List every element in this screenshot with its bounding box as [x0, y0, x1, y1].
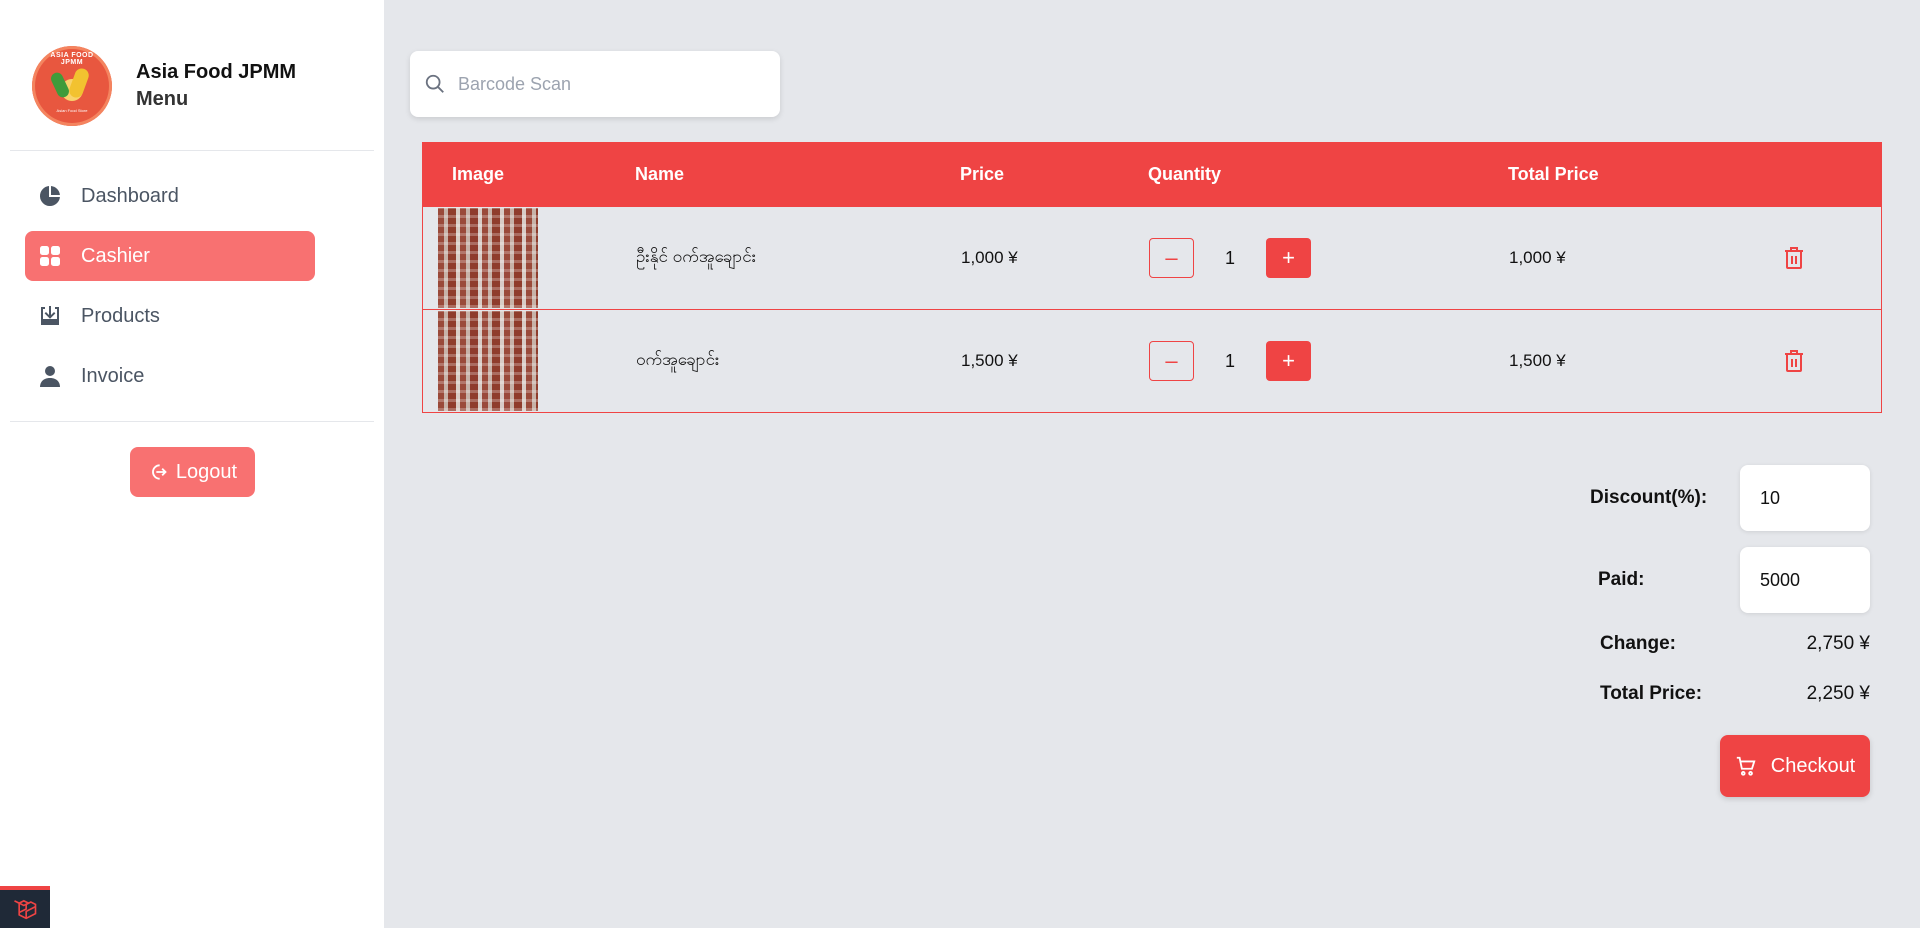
header-total-price: Total Price	[1508, 164, 1599, 184]
change-value: 2,750 ¥	[1806, 633, 1870, 654]
sidebar-item-label: Dashboard	[81, 184, 179, 207]
laravel-icon[interactable]	[0, 886, 50, 928]
discount-label: Discount(%):	[1590, 487, 1708, 508]
order-summary: Discount(%): 10 Paid: 5000 Change: 2,750…	[1590, 465, 1870, 705]
brand-logo: ASIA FOOD JPMM Asian Food Store	[32, 46, 112, 126]
pie-chart-icon	[37, 183, 63, 209]
sidebar-item-cashier[interactable]: Cashier	[25, 231, 315, 281]
search-icon	[425, 74, 444, 93]
product-image	[438, 311, 538, 411]
sidebar-item-products[interactable]: Products	[25, 291, 315, 341]
product-name: ဝက်အူချောင်း	[636, 349, 720, 369]
product-price: 1,000 ¥	[961, 248, 1018, 267]
table-row: ဝက်အူချောင်း 1,500 ¥ – 1 + 1,500 ¥	[422, 310, 1882, 413]
header-name: Name	[635, 164, 685, 184]
change-label: Change:	[1600, 633, 1676, 654]
checkout-button[interactable]: Checkout	[1720, 735, 1870, 797]
cart-icon	[1736, 756, 1756, 776]
row-total-price: 1,000 ¥	[1509, 248, 1566, 267]
paid-row: Paid: 5000	[1590, 547, 1870, 613]
decrease-quantity-button[interactable]: –	[1149, 238, 1194, 278]
brand-title: Asia Food JPMM	[136, 61, 297, 83]
sidebar-nav: Dashboard Cashier Products Invoice	[25, 171, 315, 411]
sidebar-item-label: Cashier	[81, 244, 150, 267]
logo-subtext: Asian Food Store	[56, 108, 88, 113]
sidebar-item-invoice[interactable]: Invoice	[25, 351, 315, 401]
total-price-label: Total Price:	[1600, 683, 1703, 704]
barcode-search[interactable]	[410, 51, 780, 117]
header-quantity: Quantity	[1148, 164, 1222, 184]
product-price: 1,500 ¥	[961, 351, 1018, 370]
sidebar: ASIA FOOD JPMM Asian Food Store Asia Foo…	[0, 0, 384, 928]
change-row: Change: 2,750 ¥	[1590, 633, 1870, 655]
brand-subtitle: Menu	[136, 88, 189, 110]
trash-icon[interactable]	[1783, 246, 1805, 270]
trash-icon[interactable]	[1783, 349, 1805, 373]
table-header: Image Name Price Quantity Total Price	[422, 142, 1882, 207]
product-image	[438, 208, 538, 308]
logout-button[interactable]: Logout	[130, 447, 255, 497]
quantity-value: 1	[1224, 247, 1235, 268]
total-row: Total Price: 2,250 ¥	[1590, 683, 1870, 705]
brand: ASIA FOOD JPMM Asian Food Store Asia Foo…	[32, 46, 296, 126]
decrease-quantity-button[interactable]: –	[1149, 341, 1194, 381]
row-total-price: 1,500 ¥	[1509, 351, 1566, 370]
checkout-label: Checkout	[1770, 754, 1856, 777]
logout-label: Logout	[175, 460, 238, 483]
quantity-value: 1	[1224, 350, 1235, 371]
header-price: Price	[960, 164, 1005, 184]
discount-input[interactable]: 10	[1740, 465, 1870, 531]
product-name: ဦးနိုင် ဝက်အူချောင်း	[636, 246, 757, 266]
total-price-value: 2,250 ¥	[1806, 683, 1870, 704]
sidebar-divider-top	[10, 150, 374, 151]
barcode-search-input[interactable]	[458, 73, 758, 95]
discount-row: Discount(%): 10	[1590, 465, 1870, 531]
sidebar-item-label: Products	[81, 304, 160, 327]
sidebar-item-dashboard[interactable]: Dashboard	[25, 171, 315, 221]
increase-quantity-button[interactable]: +	[1266, 341, 1311, 381]
paid-input[interactable]: 5000	[1740, 547, 1870, 613]
sidebar-item-label: Invoice	[81, 364, 145, 387]
sidebar-divider-bottom	[10, 421, 374, 422]
logout-icon	[152, 464, 167, 480]
logo-text: ASIA FOOD JPMM	[50, 52, 94, 66]
grid-icon	[37, 243, 63, 269]
user-icon	[37, 363, 63, 389]
table-row: ဦးနိုင် ဝက်အူချောင်း 1,000 ¥ – 1 + 1,000…	[422, 207, 1882, 310]
increase-quantity-button[interactable]: +	[1266, 238, 1311, 278]
download-box-icon	[37, 303, 63, 329]
cart-table: Image Name Price Quantity Total Price ဦး…	[422, 142, 1882, 413]
paid-label: Paid:	[1598, 569, 1645, 590]
header-image: Image	[452, 164, 505, 184]
